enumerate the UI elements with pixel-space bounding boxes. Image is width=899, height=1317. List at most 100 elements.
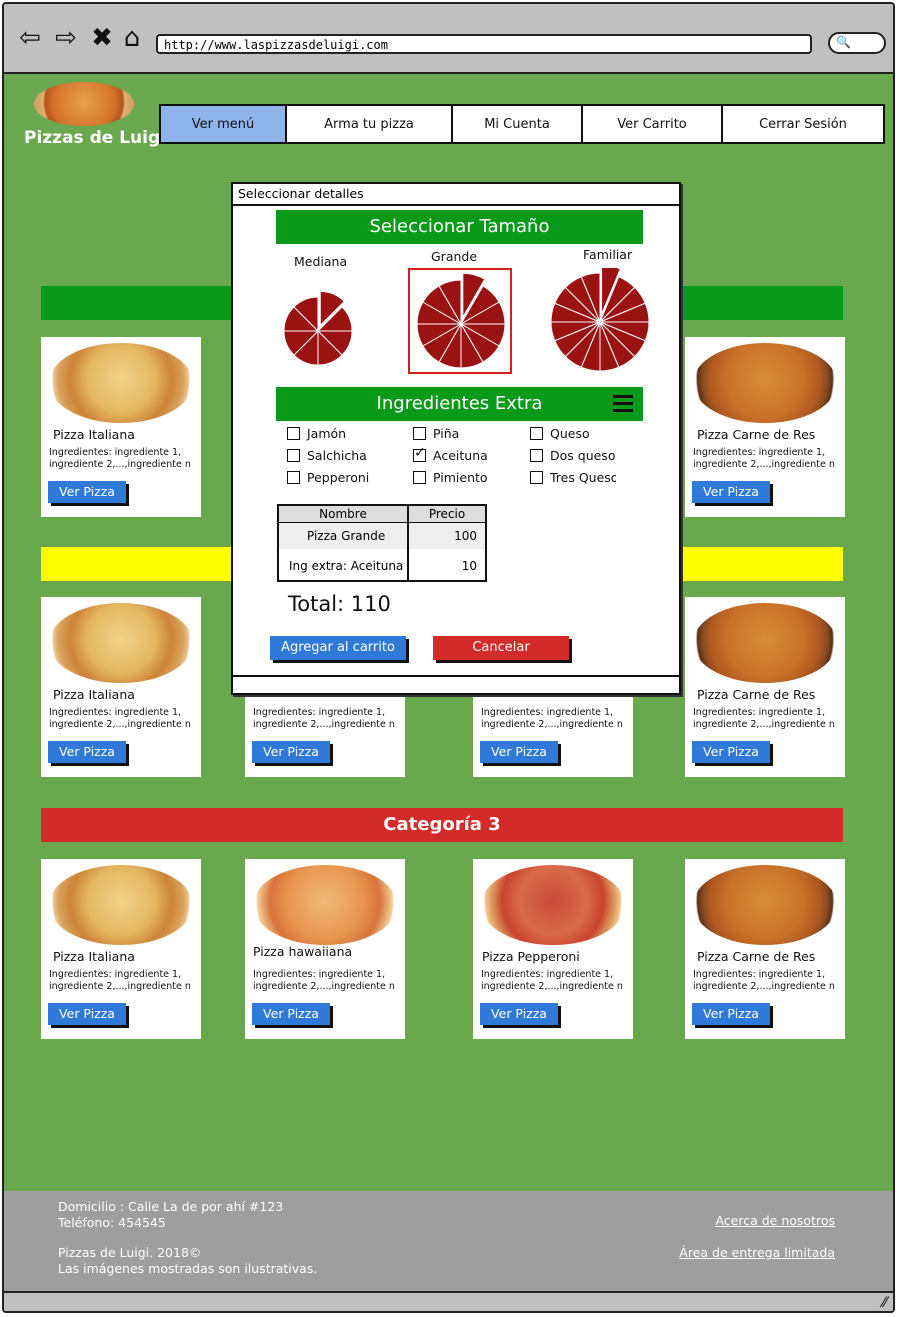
checkbox-box[interactable] xyxy=(413,471,426,484)
pizza-card: Pizza Italiana Ingredientes: ingrediente… xyxy=(41,597,201,777)
checkbox-box[interactable] xyxy=(530,449,543,462)
resize-grip-icon[interactable]: ⁄⁄ xyxy=(882,1295,887,1311)
nav-ver-carrito[interactable]: Ver Carrito xyxy=(583,106,723,142)
pizza-image xyxy=(693,865,837,945)
checkbox-pepperoni[interactable]: Pepperoni xyxy=(287,470,369,485)
table-cell: Ing extra: Aceituna xyxy=(289,559,404,573)
checkbox-label: Tres Quesos xyxy=(550,470,616,485)
details-modal: Seleccionar detalles Seleccionar Tamaño … xyxy=(231,182,681,695)
back-icon[interactable]: ⇦ xyxy=(16,24,44,52)
pizza-card: Pizza Italiana Ingredientes: ingrediente… xyxy=(41,859,201,1039)
ver-pizza-button[interactable]: Ver Pizza xyxy=(48,741,126,763)
checkbox-label: Jamón xyxy=(307,426,347,441)
checkbox-box[interactable] xyxy=(530,427,543,440)
nav-cerrar-sesion[interactable]: Cerrar Sesión xyxy=(723,106,883,142)
ver-pizza-button[interactable]: Ver Pizza xyxy=(252,1003,330,1025)
pizza-title: Pizza Italiana xyxy=(53,687,135,702)
checkbox-aceituna[interactable]: Aceituna xyxy=(413,445,488,463)
browser-toolbar: ⇦ ⇨ ✖ ⌂ http://www.laspizzasdeluigi.com … xyxy=(4,4,893,74)
size-label-familiar: Familiar xyxy=(583,247,633,262)
checkbox-label: Dos quesos xyxy=(550,448,616,463)
footer-address: Domicilio : Calle La de por ahí #123 xyxy=(58,1199,284,1214)
size-option-mediana[interactable] xyxy=(281,292,355,366)
table-cell: Pizza Grande xyxy=(307,529,386,543)
home-icon[interactable]: ⌂ xyxy=(118,24,146,52)
price-table: Nombre Precio Pizza Grande 100 Ing extra… xyxy=(277,504,487,582)
pizza-image xyxy=(49,603,193,683)
size-option-familiar[interactable] xyxy=(548,268,652,372)
checkbox-box[interactable] xyxy=(287,449,300,462)
hamburger-menu-icon[interactable] xyxy=(613,395,633,413)
size-option-grande[interactable] xyxy=(408,268,512,374)
browser-search[interactable]: 🔍 xyxy=(828,32,886,54)
add-to-cart-button[interactable]: Agregar al carrito xyxy=(270,636,406,660)
footer-disclaimer: Las imágenes mostradas son ilustrativas. xyxy=(58,1261,318,1276)
ver-pizza-button[interactable]: Ver Pizza xyxy=(48,1003,126,1025)
pizza-image xyxy=(481,865,625,945)
ver-pizza-button[interactable]: Ver Pizza xyxy=(252,741,330,763)
pizza-desc: Ingredientes: ingrediente 1, ingrediente… xyxy=(49,707,191,730)
about-link[interactable]: Acerca de nosotros xyxy=(715,1213,835,1228)
delivery-area-link[interactable]: Área de entrega limitada xyxy=(679,1245,835,1260)
nav-ver-menu[interactable]: Ver menú xyxy=(161,106,287,142)
ver-pizza-button[interactable]: Ver Pizza xyxy=(480,1003,558,1025)
pizza-image xyxy=(49,865,193,945)
pizza-image xyxy=(693,603,837,683)
checkbox-tres-quesos[interactable]: Tres Quesos xyxy=(530,470,616,485)
close-icon[interactable]: ✖ xyxy=(88,24,116,52)
pizza-title: Pizza Carne de Res xyxy=(697,427,816,442)
forward-icon[interactable]: ⇨ xyxy=(52,24,80,52)
checkbox-label: Queso xyxy=(550,426,590,441)
checkbox-queso[interactable]: Queso xyxy=(530,426,590,441)
footer-phone: Teléfono: 454545 xyxy=(58,1215,166,1230)
ver-pizza-button[interactable]: Ver Pizza xyxy=(480,741,558,763)
pizza-image xyxy=(49,343,193,423)
checkbox-label: Aceituna xyxy=(433,448,488,463)
main-nav: Ver menú Arma tu pizza Mi Cuenta Ver Car… xyxy=(159,104,885,144)
checkbox-salchicha[interactable]: Salchicha xyxy=(287,448,367,463)
pizza-desc: Ingredientes: ingrediente 1, ingrediente… xyxy=(693,969,835,992)
pizza-title: Pizza Italiana xyxy=(53,427,135,442)
nav-arma-tu-pizza[interactable]: Arma tu pizza xyxy=(287,106,453,142)
search-icon: 🔍 xyxy=(836,35,851,49)
checkbox-box[interactable] xyxy=(287,427,300,440)
pizza-card: Pizza Carne de Res Ingredientes: ingredi… xyxy=(685,597,845,777)
checkbox-pina[interactable]: Piña xyxy=(413,426,459,441)
category-3-header: Categoría 3 xyxy=(41,808,843,842)
pizza-title: Pizza Carne de Res xyxy=(697,949,816,964)
pizza-desc: Ingredientes: ingrediente 1, ingrediente… xyxy=(49,447,191,470)
checkbox-label: Pepperoni xyxy=(307,470,370,485)
pizza-desc: Ingredientes: ingrediente 1, ingrediente… xyxy=(481,707,623,730)
checkbox-box-checked[interactable] xyxy=(413,445,426,462)
checkbox-pimiento[interactable]: Pimiento xyxy=(413,470,488,485)
pizza-title: Pizza Italiana xyxy=(53,949,135,964)
checkbox-label: Pimiento xyxy=(433,470,488,485)
checkbox-box[interactable] xyxy=(530,471,543,484)
checkbox-box[interactable] xyxy=(287,471,300,484)
pizza-image xyxy=(693,343,837,423)
ver-pizza-button[interactable]: Ver Pizza xyxy=(692,481,770,503)
table-header-precio: Precio xyxy=(409,506,485,522)
checkbox-dos-quesos[interactable]: Dos quesos xyxy=(530,448,616,463)
pizza-card: Pizza Pepperoni Ingredientes: ingredient… xyxy=(473,859,633,1039)
checkbox-box[interactable] xyxy=(413,427,426,440)
ingredients-header-label: Ingredientes Extra xyxy=(376,393,543,414)
nav-mi-cuenta[interactable]: Mi Cuenta xyxy=(453,106,583,142)
url-bar[interactable]: http://www.laspizzasdeluigi.com xyxy=(156,34,812,54)
pizza-card: Pizza hawaiiana Ingredientes: ingredient… xyxy=(245,859,405,1039)
pizza-slices-icon xyxy=(550,268,650,372)
checkbox-label: Salchicha xyxy=(307,448,367,463)
ver-pizza-button[interactable]: Ver Pizza xyxy=(692,741,770,763)
brand-name: Pizzas de Luigi xyxy=(24,128,166,148)
pizza-title: Pizza Carne de Res xyxy=(697,687,816,702)
ver-pizza-button[interactable]: Ver Pizza xyxy=(692,1003,770,1025)
pizza-desc: Ingredientes: ingrediente 1, ingrediente… xyxy=(693,707,835,730)
pizza-desc: Ingredientes: ingrediente 1, ingrediente… xyxy=(481,969,623,992)
size-section-header: Seleccionar Tamaño xyxy=(276,210,643,244)
table-header-nombre: Nombre xyxy=(279,506,407,522)
table-cell: 10 xyxy=(461,559,477,573)
ver-pizza-button[interactable]: Ver Pizza xyxy=(48,481,126,503)
cancel-button[interactable]: Cancelar xyxy=(433,636,569,660)
pizza-desc: Ingredientes: ingrediente 1, ingrediente… xyxy=(693,447,835,470)
checkbox-jamon[interactable]: Jamón xyxy=(287,426,346,441)
